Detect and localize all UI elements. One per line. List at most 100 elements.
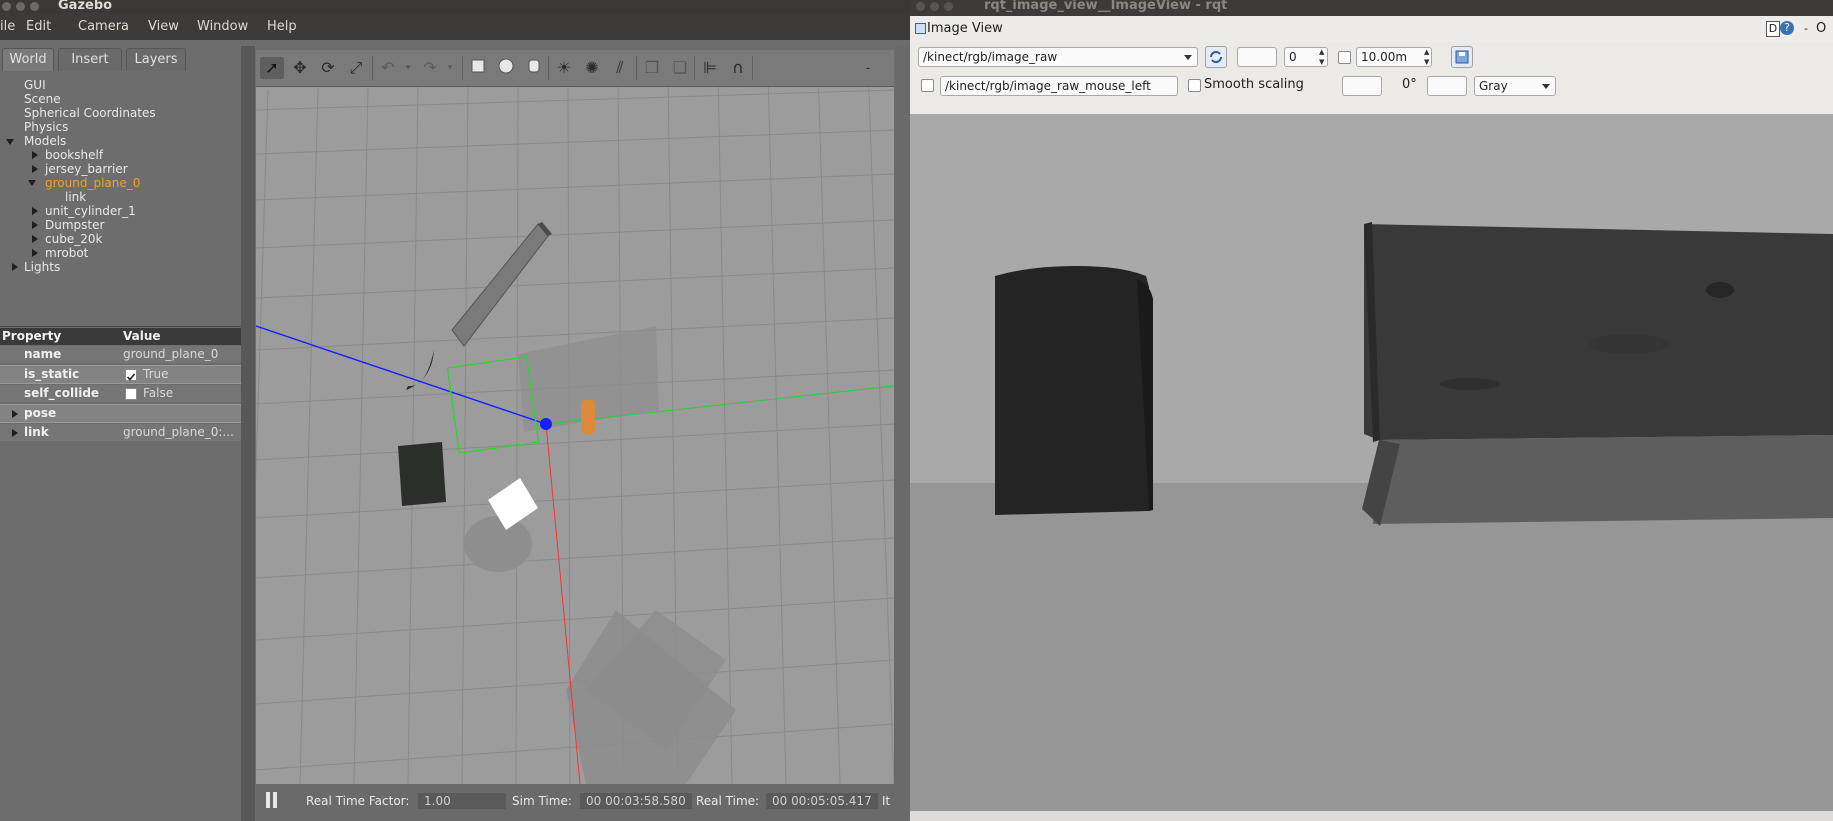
menu-camera[interactable]: Camera — [78, 19, 129, 34]
cylinder-shape-icon[interactable] — [522, 57, 546, 79]
tree-item-physics[interactable]: Physics — [24, 120, 68, 134]
tree-item-scene[interactable]: Scene — [24, 92, 61, 106]
self-collide-checkbox[interactable] — [125, 388, 137, 400]
tree-item-gui[interactable]: GUI — [24, 78, 46, 92]
rotate-left-button[interactable] — [1342, 76, 1382, 96]
tree-item-lights[interactable]: Lights — [24, 260, 60, 274]
align-icon[interactable]: ⊫ — [698, 57, 722, 79]
panel-splitter[interactable] — [241, 46, 255, 821]
expand-dumpster-icon[interactable] — [32, 221, 38, 229]
rotate-right-button[interactable] — [1427, 76, 1467, 96]
scene-canvas[interactable] — [256, 50, 894, 784]
paste-icon[interactable]: ❏ — [668, 57, 692, 79]
menu-window[interactable]: Window — [197, 19, 248, 34]
expand-models-icon[interactable] — [6, 139, 14, 145]
menu-help[interactable]: Help — [267, 19, 297, 34]
tab-insert[interactable]: Insert — [58, 48, 122, 71]
rqt-title-bar: rqt_image_view__ImageView - rqt — [910, 0, 1833, 16]
tab-layers[interactable]: Layers — [126, 48, 186, 71]
property-link-key: link — [24, 425, 49, 439]
point-light-icon[interactable]: ☀ — [552, 57, 576, 79]
property-name-value[interactable]: ground_plane_0 — [123, 346, 218, 363]
expand-unit-cylinder-icon[interactable] — [32, 207, 38, 215]
menu-view[interactable]: View — [148, 19, 179, 34]
max-depth-spin-arrows[interactable]: ▲ ▼ — [1424, 47, 1434, 67]
box-shape-icon[interactable] — [466, 57, 490, 79]
zoom-field[interactable] — [1237, 47, 1277, 67]
dumpster-model[interactable] — [398, 442, 446, 506]
smooth-scaling-checkbox[interactable] — [1188, 79, 1201, 92]
expand-mrobot-icon[interactable] — [32, 249, 38, 257]
expand-lights-icon[interactable] — [12, 263, 18, 271]
directional-light-icon[interactable]: ⫽ — [608, 57, 632, 79]
property-row-self-collide[interactable]: self_collide False — [0, 385, 241, 402]
rqt-maximize-icon[interactable] — [944, 2, 953, 11]
tab-world[interactable]: World — [2, 48, 54, 71]
unit-cylinder-model[interactable] — [581, 400, 595, 434]
copy-icon[interactable]: ❐ — [640, 57, 664, 79]
snap-icon[interactable]: ∩ — [726, 57, 750, 79]
cylinder-shadow — [464, 516, 532, 572]
gazebo-window: Gazebo ile Edit Camera View Window Help … — [0, 0, 910, 821]
is-static-checkbox[interactable] — [125, 369, 137, 381]
spot-light-icon[interactable]: ✺ — [580, 57, 604, 79]
tree-item-models[interactable]: Models — [24, 134, 66, 148]
tree-item-link[interactable]: link — [65, 190, 86, 204]
expand-jersey-barrier-icon[interactable] — [32, 165, 38, 173]
tree-item-ground-plane[interactable]: ground_plane_0 — [45, 176, 140, 190]
save-image-button[interactable] — [1451, 46, 1473, 68]
close-window-icon[interactable] — [2, 2, 11, 11]
pause-icon[interactable] — [266, 792, 270, 808]
expand-link-icon[interactable] — [12, 429, 18, 437]
tree-item-dumpster[interactable]: Dumpster — [45, 218, 104, 232]
property-row-is-static[interactable]: is_static True — [0, 365, 241, 384]
menu-edit[interactable]: Edit — [26, 19, 51, 34]
property-row-pose[interactable]: pose — [0, 404, 241, 423]
3d-viewport[interactable] — [256, 50, 894, 784]
menu-file[interactable]: ile — [0, 19, 15, 34]
rqt-minimize-icon[interactable] — [930, 2, 939, 11]
max-depth-spinbox[interactable]: 10.00m — [1356, 47, 1432, 67]
refresh-topics-button[interactable] — [1205, 46, 1227, 68]
minimize-window-icon[interactable] — [16, 2, 25, 11]
camera-image[interactable] — [910, 114, 1833, 811]
property-row-name[interactable]: name ground_plane_0 — [0, 346, 241, 363]
camera-image-view[interactable] — [910, 114, 1833, 811]
real-time-value: 00 00:05:05.417 — [766, 793, 878, 809]
expand-ground-plane-icon[interactable] — [28, 180, 36, 186]
dock-close-icon[interactable]: - — [1804, 22, 1808, 35]
help-icon[interactable]: ? — [1780, 21, 1794, 35]
topic-combobox[interactable]: /kinect/rgb/image_raw — [918, 47, 1198, 67]
colormap-combobox[interactable]: Gray — [1474, 76, 1556, 96]
tree-item-cube[interactable]: cube_20k — [45, 232, 102, 246]
scale-mode-icon[interactable]: ⤢ — [344, 57, 368, 79]
undo-history-icon[interactable]: ▾ — [396, 57, 420, 79]
rotate-mode-icon[interactable]: ⟳ — [316, 57, 340, 79]
toolbar-overflow-icon[interactable]: - — [856, 57, 880, 79]
sphere-shape-icon[interactable] — [494, 57, 518, 79]
expand-pose-icon[interactable] — [12, 410, 18, 418]
select-mode-icon[interactable]: ➚ — [260, 57, 284, 79]
gazebo-title: Gazebo — [58, 0, 113, 13]
min-depth-spin-arrows[interactable]: ▲ ▼ — [1319, 47, 1329, 67]
max-depth-checkbox[interactable] — [1338, 51, 1351, 64]
property-link-value: ground_plane_0:... — [123, 425, 234, 439]
tree-item-mrobot[interactable]: mrobot — [45, 246, 88, 260]
mouse-publish-checkbox[interactable] — [921, 79, 934, 92]
maximize-window-icon[interactable] — [30, 2, 39, 11]
smooth-scaling-label: Smooth scaling — [1204, 77, 1304, 92]
translate-mode-icon[interactable]: ✥ — [288, 57, 312, 79]
tree-item-unit-cylinder[interactable]: unit_cylinder_1 — [45, 204, 136, 218]
rqt-close-icon[interactable] — [916, 2, 925, 11]
dock-d-button[interactable]: D — [1766, 21, 1780, 37]
expand-bookshelf-icon[interactable] — [32, 151, 38, 159]
tree-item-spherical-coordinates[interactable]: Spherical Coordinates — [24, 106, 156, 120]
redo-history-icon[interactable]: ▾ — [438, 57, 462, 79]
property-row-link[interactable]: link ground_plane_0:... — [0, 424, 241, 441]
tree-item-bookshelf[interactable]: bookshelf — [45, 148, 103, 162]
expand-cube-icon[interactable] — [32, 235, 38, 243]
tree-item-jersey-barrier[interactable]: jersey_barrier — [45, 162, 128, 176]
mouse-topic-input[interactable]: /kinect/rgb/image_raw_mouse_left — [940, 76, 1178, 96]
property-header: Property Value — [0, 328, 241, 345]
camera-origin-marker[interactable] — [540, 418, 552, 430]
